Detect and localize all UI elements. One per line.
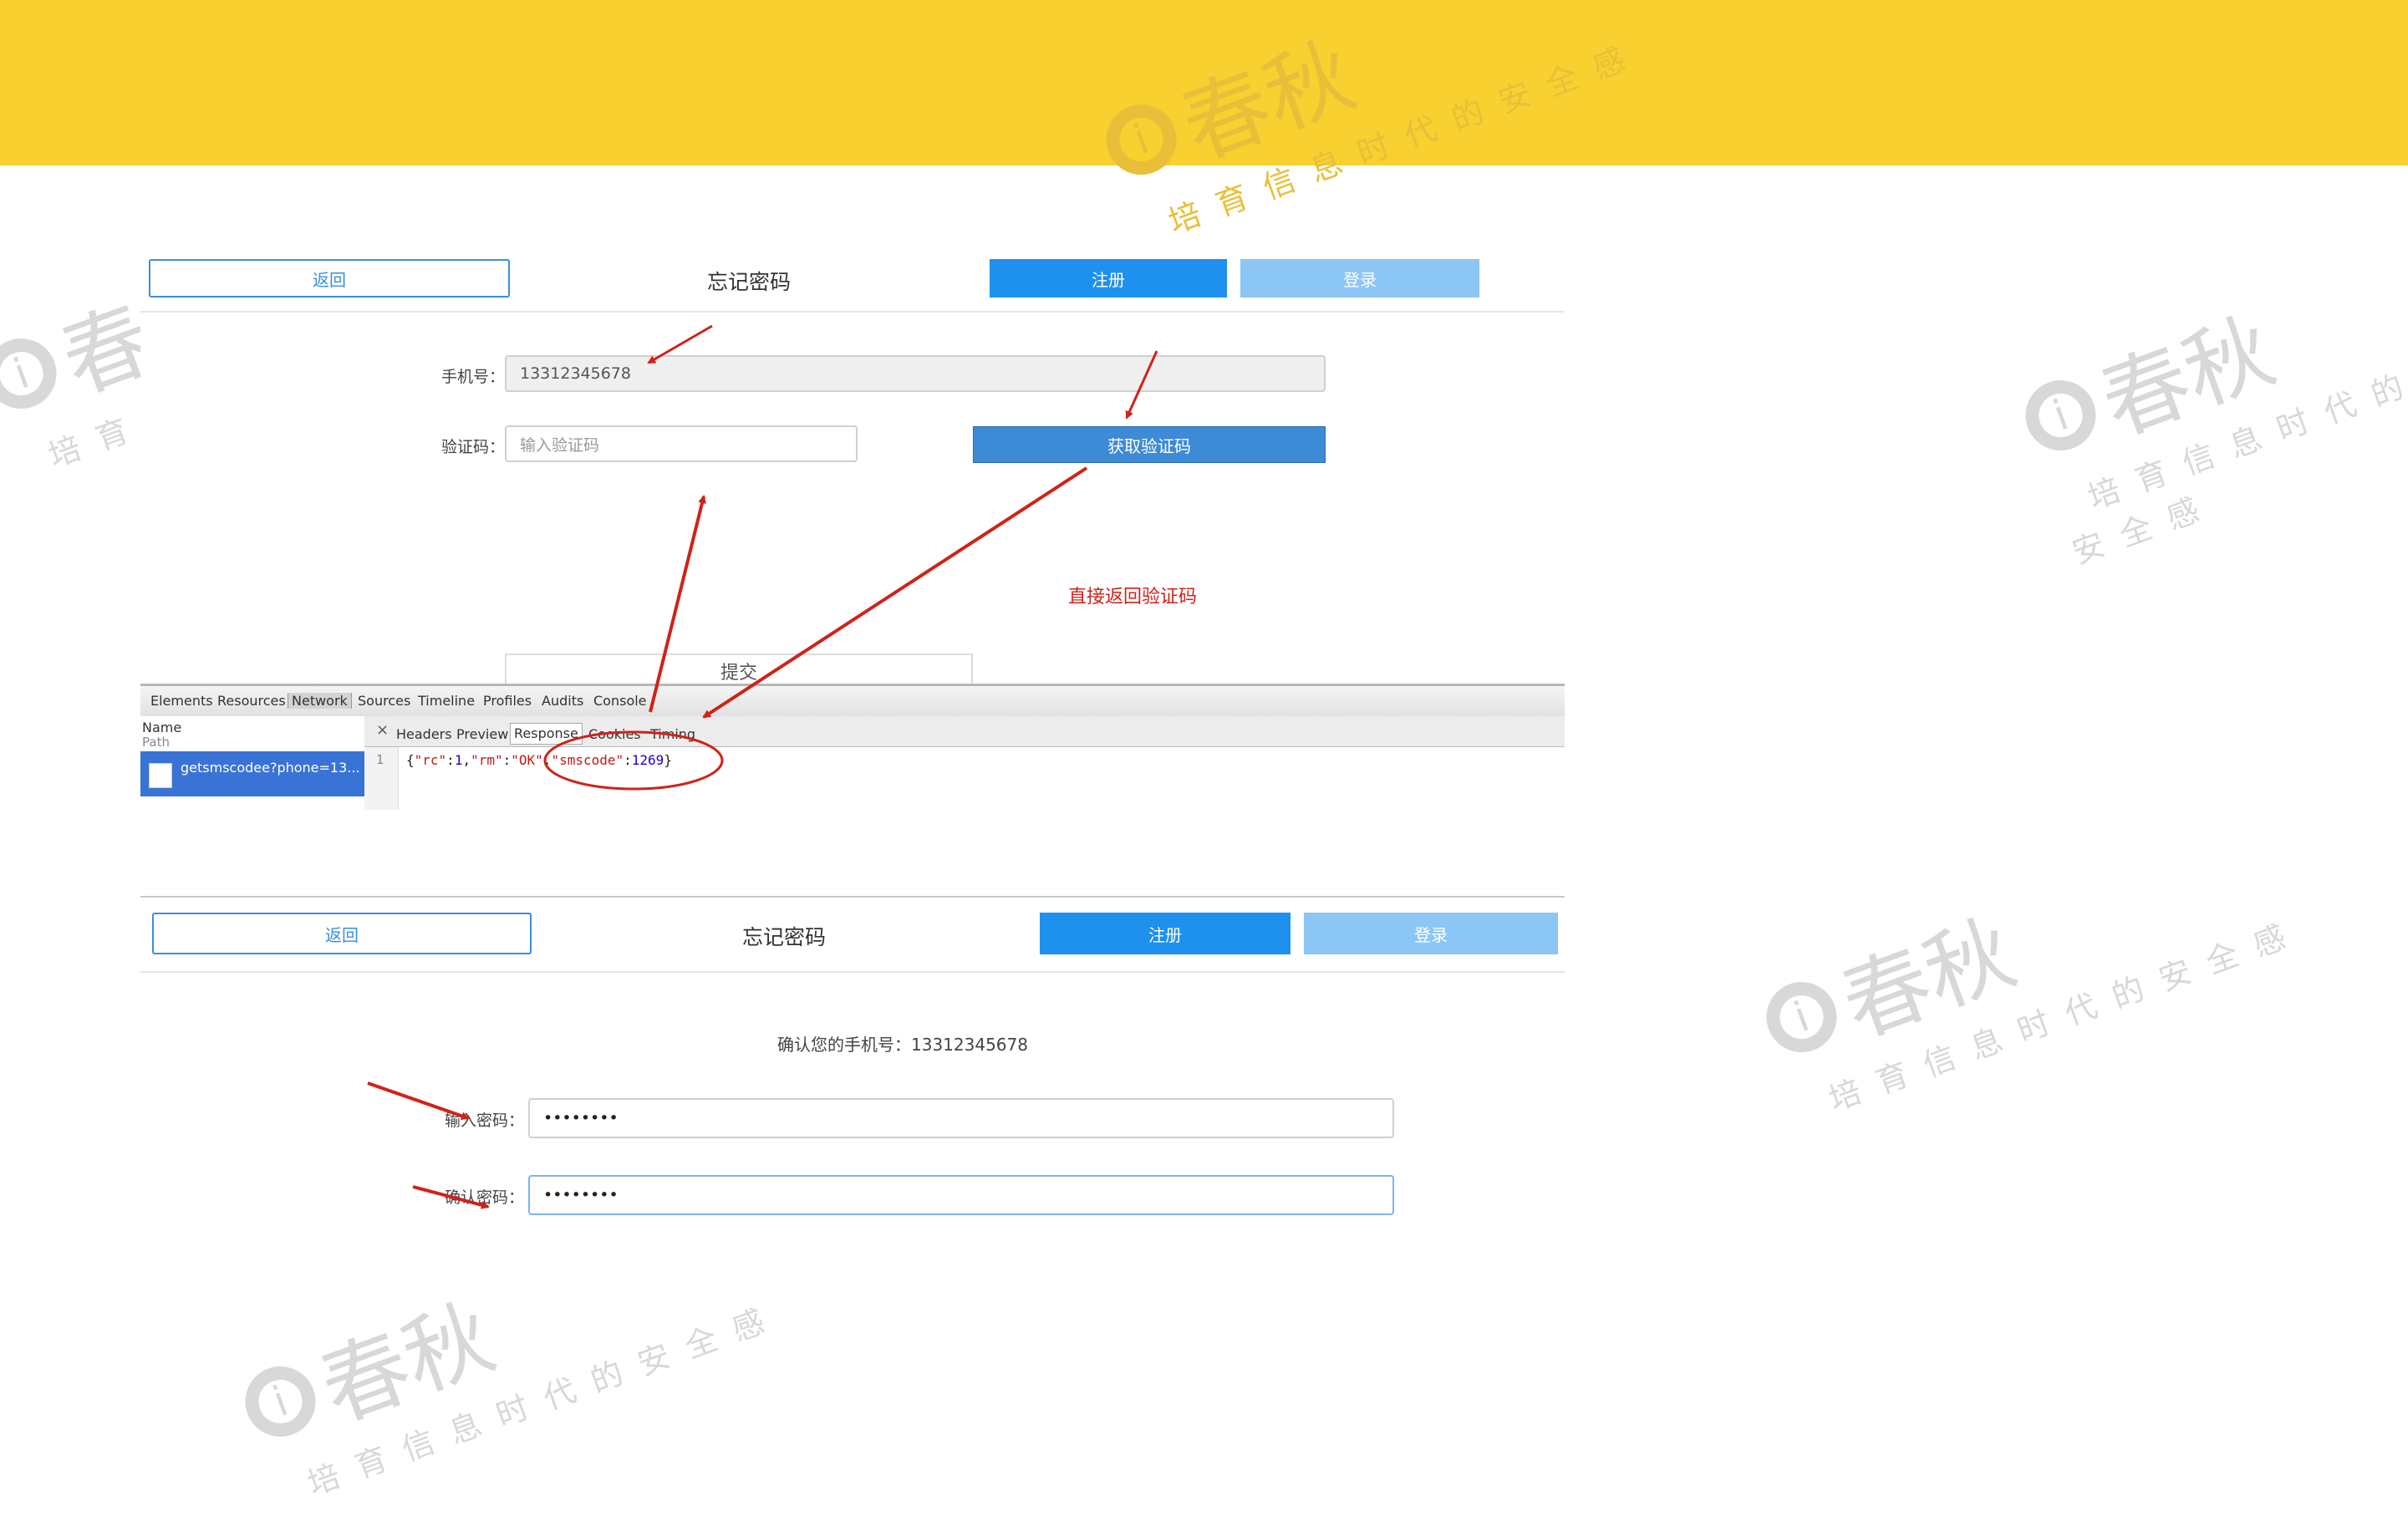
name-column-header: Name [142, 720, 182, 735]
reset-password-panel: 返回 忘记密码 注册 登录 确认您的手机号：13312345678 输入密码： … [140, 896, 1565, 1272]
header-divider [140, 971, 1565, 973]
watermark: i春秋 培育信息时代的安全感 [2006, 230, 2408, 572]
subtab-preview[interactable]: Preview [456, 726, 508, 742]
subtab-response[interactable]: Response [510, 723, 583, 745]
devtools-tab-bar: Elements Resources Network Sources Timel… [140, 686, 1565, 717]
submit-button[interactable]: 提交 [505, 654, 973, 687]
devtools-tab-console[interactable]: Console [593, 693, 647, 709]
code-label: 验证码： [441, 438, 506, 456]
confirm-phone-text: 确认您的手机号：13312345678 [777, 1035, 1028, 1055]
line-gutter: 1 [364, 747, 399, 810]
brand-logo-icon: i [235, 1356, 326, 1447]
confirm-password-label: 确认密码： [445, 1188, 525, 1207]
devtools-tab-network[interactable]: Network [288, 693, 352, 709]
line-number: 1 [376, 752, 384, 767]
login-button[interactable]: 登录 [1304, 913, 1558, 954]
annotation-note: 直接返回验证码 [1068, 587, 1198, 608]
devtools-panel: Elements Resources Network Sources Timel… [140, 684, 1565, 810]
page-title: 忘记密码 [742, 925, 827, 949]
watermark: i春秋 培育信息时代的安全感 [1747, 786, 2309, 1131]
brand-logo-icon: i [1756, 971, 1847, 1062]
subtab-timing[interactable]: Timing [650, 726, 695, 742]
password-input[interactable]: •••••••• [528, 1098, 1394, 1138]
devtools-tab-resources[interactable]: Resources [217, 693, 286, 709]
register-button[interactable]: 注册 [990, 259, 1227, 298]
page-title: 忘记密码 [707, 270, 792, 294]
devtools-tab-audits[interactable]: Audits [542, 693, 583, 709]
response-json: {"rc":1,"rm":"OK","smscode":1269} [406, 752, 672, 768]
brand-logo-icon: i [0, 328, 67, 419]
password-label: 输入密码： [445, 1112, 525, 1130]
devtools-subtab-bar: × Headers Preview Response Cookies Timin… [364, 716, 1565, 747]
header-divider [140, 311, 1565, 313]
file-icon [149, 763, 172, 788]
brand-logo-icon: i [2015, 369, 2106, 460]
path-column-header: Path [142, 735, 170, 750]
back-button[interactable]: 返回 [152, 913, 532, 954]
devtools-tab-profiles[interactable]: Profiles [483, 693, 532, 709]
request-row[interactable]: getsmscodee?phone=13... [140, 751, 364, 796]
register-button[interactable]: 注册 [1040, 913, 1291, 954]
devtools-tab-timeline[interactable]: Timeline [418, 693, 475, 709]
back-button[interactable]: 返回 [149, 259, 510, 298]
phone-input[interactable]: 13312345678 [505, 355, 1326, 392]
code-input[interactable]: 输入验证码 [505, 425, 858, 462]
login-button[interactable]: 登录 [1240, 259, 1479, 298]
response-body: 1 {"rc":1,"rm":"OK","smscode":1269} [364, 747, 1565, 810]
forgot-password-panel: 返回 忘记密码 注册 登录 手机号： 13312345678 验证码： 输入验证… [140, 249, 1565, 687]
get-code-button[interactable]: 获取验证码 [973, 426, 1326, 463]
confirm-password-input[interactable]: •••••••• [528, 1175, 1394, 1215]
devtools-tab-elements[interactable]: Elements [150, 693, 213, 709]
top-banner [0, 0, 2408, 165]
subtab-headers[interactable]: Headers [396, 726, 452, 742]
subtab-cookies[interactable]: Cookies [588, 726, 641, 742]
close-icon[interactable]: × [376, 721, 389, 739]
phone-label: 手机号： [441, 368, 506, 386]
devtools-tab-sources[interactable]: Sources [358, 693, 410, 709]
request-name: getsmscodee?phone=13... [181, 760, 360, 776]
